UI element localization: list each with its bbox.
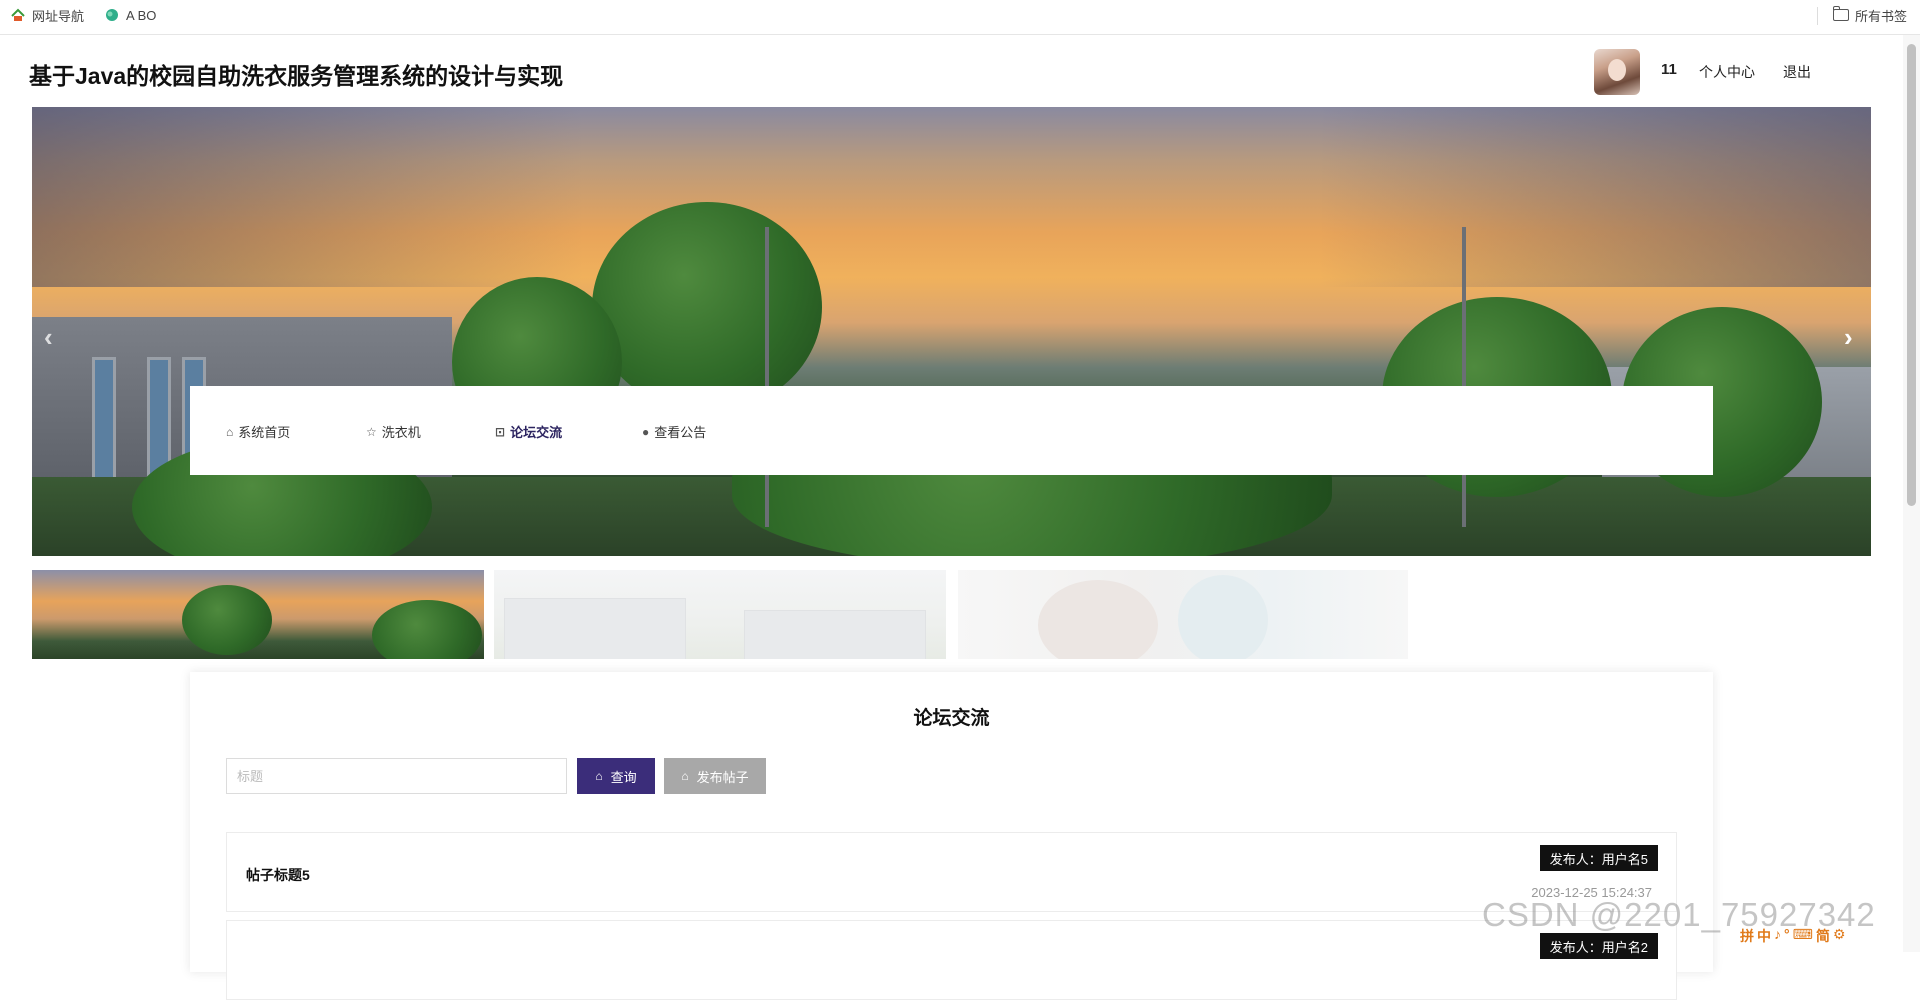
all-bookmarks-button[interactable]: 所有书签 <box>1832 0 1908 30</box>
ime-icon[interactable]: ♪ <box>1774 926 1781 950</box>
post-author-badge: 发布人：用户名2 <box>1539 933 1658 959</box>
bag-icon: ⊡ <box>495 424 506 439</box>
ime-icon[interactable]: 简 <box>1816 926 1830 950</box>
carousel-thumb-1[interactable] <box>32 570 484 659</box>
carousel-next-button[interactable]: › <box>1844 322 1853 353</box>
home-icon: ⌂ <box>681 769 689 783</box>
bookmark-a-bo[interactable]: A BO <box>104 0 156 30</box>
nav-item-label: 洗衣机 <box>381 425 421 440</box>
leaf-icon <box>104 7 120 23</box>
page-title: 论坛交流 <box>913 708 990 729</box>
nav-item-home[interactable]: ⌂ 系统首页 <box>226 422 290 441</box>
info-icon: ● <box>642 424 650 439</box>
scrollbar-thumb[interactable] <box>1907 44 1916 506</box>
user-center-link[interactable]: 个人中心 <box>1699 62 1755 82</box>
logout-link[interactable]: 退出 <box>1783 62 1811 82</box>
title-search-input[interactable] <box>226 758 567 794</box>
nav-item-forum[interactable]: ⊡ 论坛交流 <box>495 422 562 441</box>
publish-post-button[interactable]: ⌂ 发布帖子 <box>664 758 766 794</box>
post-author-badge: 发布人：用户名5 <box>1539 845 1658 871</box>
star-icon: ☆ <box>366 424 377 439</box>
bookmark-nav-site[interactable]: 网址导航 <box>10 0 84 30</box>
home-icon: ⌂ <box>226 424 234 439</box>
ime-icon[interactable]: ⌨ <box>1793 926 1813 950</box>
main-nav: ⌂ 系统首页 ☆ 洗衣机 ⊡ 论坛交流 ● 查看公告 <box>190 386 1713 475</box>
publish-post-label: 发布帖子 <box>696 769 749 785</box>
banner-carousel: ‹ › <box>32 107 1871 556</box>
carousel-thumb-2[interactable] <box>494 570 946 659</box>
ime-toolbar[interactable]: 拼 中 ♪ ° ⌨ 简 ⚙ <box>1740 926 1846 950</box>
post-row[interactable]: 帖子标题5 发布人：用户名5 2023-12-25 15:24:37 <box>226 832 1677 912</box>
ime-icon[interactable]: ° <box>1784 926 1790 950</box>
ime-icon[interactable]: 拼 <box>1740 926 1754 950</box>
post-title[interactable]: 帖子标题5 <box>246 865 310 885</box>
nav-item-label: 系统首页 <box>238 425 291 440</box>
ime-icon[interactable]: 中 <box>1757 926 1771 950</box>
home-icon: ⌂ <box>595 769 603 783</box>
ime-icon[interactable]: ⚙ <box>1833 926 1846 950</box>
user-name: 11 <box>1661 61 1677 78</box>
bookmarks-bar: 网址导航 A BO 所有书签 <box>0 0 1920 35</box>
bookmark-label: A BO <box>126 7 157 23</box>
carousel-prev-button[interactable]: ‹ <box>44 322 53 353</box>
site-title: 基于Java的校园自助洗衣服务管理系统的设计与实现 <box>29 63 564 89</box>
post-row[interactable]: 发布人：用户名2 <box>226 920 1677 1000</box>
bookmark-label: 网址导航 <box>32 8 85 24</box>
avatar[interactable] <box>1594 49 1640 95</box>
nav-item-label: 查看公告 <box>654 425 707 440</box>
nav-item-notice[interactable]: ● 查看公告 <box>642 422 706 441</box>
query-button-label: 查询 <box>610 769 637 785</box>
bookmarks-divider <box>1817 7 1818 25</box>
nav-item-washer[interactable]: ☆ 洗衣机 <box>366 422 421 441</box>
nav-site-icon <box>10 7 26 23</box>
nav-item-label: 论坛交流 <box>510 425 563 440</box>
all-bookmarks-label: 所有书签 <box>1855 8 1908 24</box>
query-button[interactable]: ⌂ 查询 <box>577 758 655 794</box>
folder-icon <box>1832 6 1849 21</box>
carousel-thumb-3[interactable] <box>958 570 1408 659</box>
